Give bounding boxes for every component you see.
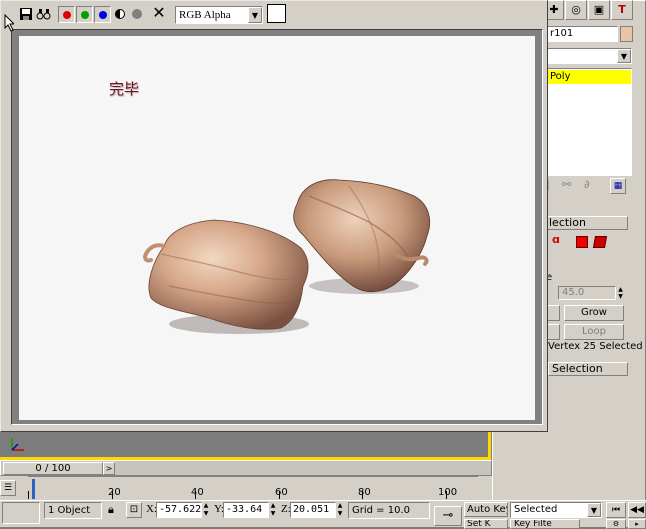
- key-filters-button[interactable]: Key Filte: [510, 519, 580, 529]
- modifier-stack-item-editable-poly[interactable]: Poly: [547, 70, 631, 84]
- previous-frame-icon[interactable]: ◀◀: [628, 502, 646, 518]
- channel-display-dropdown[interactable]: RGB Alpha ▼: [175, 6, 263, 24]
- absolute-mode-icon[interactable]: ⊡: [126, 502, 142, 518]
- modifier-list-dropdown[interactable]: ▼: [546, 48, 632, 64]
- channel-display-value: RGB Alpha: [179, 9, 231, 21]
- show-end-result-icon[interactable]: ⚯: [562, 178, 571, 191]
- current-frame-marker: [32, 479, 35, 499]
- clear-icon[interactable]: ✕: [151, 4, 167, 22]
- set-key-label: Set K: [467, 519, 491, 529]
- ruler-label: 80: [358, 487, 371, 498]
- auto-key-label: Auto Key: [467, 504, 508, 515]
- time-slider[interactable]: 0 / 100 >: [0, 460, 492, 476]
- modifier-item-label: Poly: [550, 71, 571, 82]
- object-name-field[interactable]: r101: [546, 26, 618, 42]
- alpha-channel-icon[interactable]: [115, 9, 125, 19]
- blue-channel-toggle[interactable]: [94, 6, 111, 23]
- save-bitmap-icon[interactable]: [19, 7, 33, 21]
- key-mode-toggle-icon[interactable]: ▸: [628, 519, 646, 529]
- go-to-start-icon[interactable]: ⏮: [606, 502, 626, 518]
- mouse-cursor-icon: [4, 13, 16, 32]
- threshold-spinner[interactable]: 45.0: [558, 286, 616, 300]
- maxscript-listener[interactable]: [2, 502, 40, 524]
- ruler-label: 100: [438, 487, 458, 498]
- x-coordinate-field[interactable]: -57.622: [156, 502, 202, 518]
- next-frame-icon[interactable]: >: [103, 462, 115, 475]
- polygon-mode-icon[interactable]: [576, 236, 588, 248]
- red-channel-toggle[interactable]: [58, 6, 75, 23]
- spinner-arrows-icon[interactable]: ▲ ▼: [616, 286, 625, 300]
- chevron-down-icon: ▼: [617, 49, 631, 63]
- loop-button[interactable]: Loop: [564, 324, 624, 340]
- rendered-peppers-image: [143, 179, 431, 334]
- make-unique-icon[interactable]: ∂: [584, 178, 590, 191]
- ring-button[interactable]: [546, 324, 560, 340]
- monochrome-icon[interactable]: [132, 9, 142, 19]
- render-toolbar: ✕ RGB Alpha ▼: [1, 1, 547, 27]
- track-bar[interactable]: ☰ 20 40 60 80 100: [0, 476, 492, 500]
- chevron-down-icon: ▼: [248, 7, 262, 23]
- grid-size-text: Grid = 10.0: [352, 505, 410, 516]
- key-mode-value: Selected: [514, 504, 558, 515]
- x-spinner-icon[interactable]: ▲ ▼: [202, 502, 210, 518]
- selection-status-text: Vertex 25 Selected: [548, 341, 643, 352]
- y-coordinate-field[interactable]: -33.64: [223, 502, 269, 518]
- frame-counter: 0 / 100: [35, 463, 71, 474]
- shrink-button[interactable]: [546, 305, 560, 321]
- edge-mode-icon[interactable]: ɑ: [552, 233, 560, 246]
- selection-count-text: 1 Object: [48, 505, 91, 516]
- configure-sets-icon[interactable]: ▦: [610, 178, 626, 194]
- open-mini-curve-editor-icon[interactable]: ☰: [0, 480, 16, 496]
- stack-toolbar: | ⚯ ∂ ▦: [546, 178, 636, 194]
- selection-rollout-header[interactable]: lection: [546, 216, 628, 230]
- track-bar-ruler: 20 40 60 80 100: [28, 476, 478, 501]
- x-coordinate-value: -57.622: [159, 504, 202, 515]
- blue-channel-icon: [99, 11, 107, 19]
- green-channel-icon: [81, 11, 89, 19]
- auto-key-button[interactable]: Auto Key: [464, 502, 508, 517]
- motion-tab-icon[interactable]: ◎: [565, 0, 587, 20]
- utilities-tab-icon[interactable]: T: [611, 0, 633, 20]
- grid-size-display: Grid = 10.0: [348, 502, 430, 519]
- y-coordinate-value: -33.64: [226, 504, 263, 515]
- grow-button[interactable]: Grow: [564, 305, 624, 321]
- ruler-label: 40: [191, 487, 204, 498]
- chevron-down-icon: ▼: [587, 503, 601, 517]
- time-config-icon[interactable]: ⚙: [606, 519, 626, 529]
- render-frame: 完毕: [11, 29, 543, 425]
- z-spinner-icon[interactable]: ▲ ▼: [336, 502, 344, 518]
- time-slider-thumb[interactable]: 0 / 100: [3, 462, 103, 475]
- rendered-frame-window: ✕ RGB Alpha ▼ 完毕: [0, 0, 548, 432]
- selection-count: 1 Object: [44, 502, 102, 519]
- lock-selection-icon[interactable]: 🔒︎: [108, 503, 114, 517]
- key-mode-dropdown[interactable]: Selected ▼: [510, 502, 602, 518]
- red-channel-icon: [63, 11, 71, 19]
- ruler-label: 20: [108, 487, 121, 498]
- command-panel-tabs: ✚ ◎ ▣ T: [544, 0, 646, 22]
- subobject-icons: ɑ: [552, 233, 612, 249]
- display-tab-icon[interactable]: ▣: [588, 0, 610, 20]
- rendered-image[interactable]: 完毕: [19, 36, 535, 420]
- y-spinner-icon[interactable]: ▲ ▼: [269, 502, 277, 518]
- z-coordinate-field[interactable]: 20.051: [290, 502, 336, 518]
- z-coordinate-value: 20.051: [293, 504, 330, 515]
- color-swatch[interactable]: [267, 4, 286, 23]
- key-filters-label: Key Filte: [514, 519, 552, 529]
- green-channel-toggle[interactable]: [76, 6, 93, 23]
- axis-tripod-icon: [6, 434, 28, 454]
- ruler-label: 60: [275, 487, 288, 498]
- clone-window-icon[interactable]: [36, 7, 52, 21]
- element-mode-icon[interactable]: [592, 236, 608, 248]
- soft-selection-rollout-header[interactable]: Selection: [548, 362, 628, 376]
- object-color-swatch[interactable]: [620, 26, 633, 42]
- set-key-button[interactable]: Set K: [464, 519, 508, 529]
- threshold-value: 45.0: [562, 287, 585, 298]
- set-key-icon[interactable]: ⊸: [434, 506, 462, 526]
- modifier-stack[interactable]: Poly: [546, 68, 632, 176]
